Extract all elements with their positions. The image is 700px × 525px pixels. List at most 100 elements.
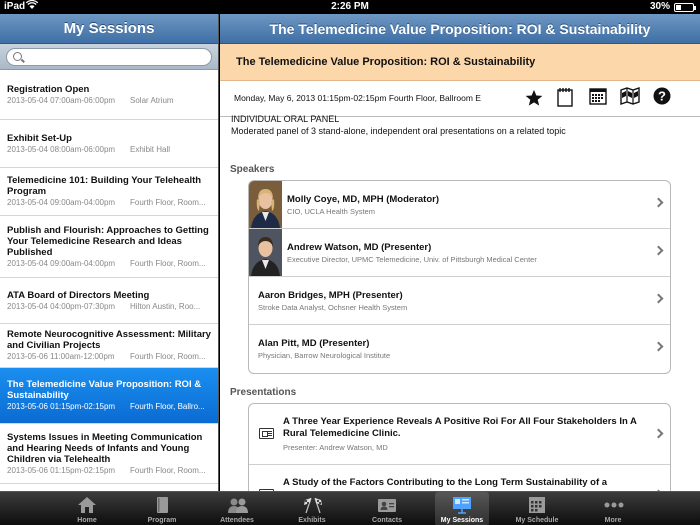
session-meta: 2013-05-04 08:00am-06:00pm Exhibit Hall: [7, 145, 212, 155]
session-datetime: Monday, May 6, 2013 01:15pm-02:15pm Four…: [234, 93, 481, 103]
session-meta: 2013-05-06 11:00am-12:00pm Fourth Floor, …: [7, 352, 212, 362]
session-title: Telemedicine 101: Building Your Teleheal…: [7, 175, 202, 197]
session-item[interactable]: ATA Board of Directors Meeting 2013-05-04…: [0, 278, 218, 324]
speaker-row[interactable]: Alan Pitt, MD (Presenter) Physician, Barr…: [249, 325, 670, 373]
speaker-name: Alan Pitt, MD (Presenter): [258, 338, 370, 349]
star-icon[interactable]: [525, 87, 547, 109]
search-bar: [0, 44, 218, 70]
session-location: Fourth Floor, Room...: [130, 198, 206, 207]
presentation-title: A Three Year Experience Reveals A Positi…: [283, 416, 637, 439]
speaker-name: Aaron Bridges, MPH (Presenter): [258, 290, 403, 301]
speaker-role: CIO, UCLA Health System: [287, 207, 375, 216]
tab-home[interactable]: Home: [52, 492, 122, 525]
tab-label: My Sessions: [440, 517, 484, 524]
session-location: Fourth Floor, Room...: [130, 465, 206, 475]
speaker-row[interactable]: Aaron Bridges, MPH (Presenter) Stroke Dat…: [249, 277, 670, 325]
chevron-right-icon: [653, 245, 664, 256]
session-meta: 2013-05-06 01:15pm-02:15pm Fourth Floor, …: [7, 402, 212, 412]
tab-label: Home: [77, 517, 97, 524]
presentations-label: Presentations: [230, 387, 297, 398]
tab-label: Attendees: [220, 517, 254, 524]
session-title: Systems Issues in Meeting Communication …: [7, 431, 203, 465]
session-item[interactable]: Registration Open 2013-05-04 07:00am-06:0…: [0, 70, 218, 120]
session-meta: 2013-05-06 01:15pm-02:15pm Fourth Floor, …: [7, 466, 212, 476]
speaker-role: Executive Director, UPMC Telemedicine, U…: [287, 255, 537, 264]
speaker-list: Molly Coye, MD, MPH (Moderator) CIO, UCLA…: [248, 180, 671, 374]
presentation-row[interactable]: A Study of the Factors Contributing to t…: [249, 465, 670, 491]
tab-label: More: [604, 517, 622, 524]
chevron-right-icon: [653, 341, 664, 352]
search-input[interactable]: [27, 50, 205, 64]
tab-my-sessions[interactable]: My Sessions: [435, 492, 489, 525]
calendar-icon[interactable]: [589, 87, 611, 109]
battery-percent: 30%: [649, 1, 670, 12]
session-datetime: 2013-05-04 07:00am-06:00pm: [7, 95, 116, 105]
session-title: Exhibit Set-Up: [7, 132, 72, 144]
tab-label: Program: [147, 517, 177, 524]
tab-program[interactable]: Program: [127, 492, 197, 525]
session-location: Fourth Floor, Ballro...: [130, 402, 205, 411]
presentation-icon: [259, 428, 274, 439]
tab-bar: Home Program Attendees Exhibits Contacts My S…: [0, 491, 700, 525]
session-info-row: Monday, May 6, 2013 01:15pm-02:15pm Four…: [220, 81, 700, 117]
session-datetime: 2013-05-06 01:15pm-02:15pm: [7, 402, 116, 411]
session-item[interactable]: Systems Issues in Meeting Communication …: [0, 424, 218, 484]
search-box[interactable]: [6, 48, 212, 66]
people-icon: [227, 496, 248, 514]
session-title: The Telemedicine Value Proposition: ROI …: [220, 44, 700, 81]
session-datetime: 2013-05-06 11:00am-12:00pm: [7, 352, 115, 361]
speaker-photo: [249, 181, 282, 228]
session-item[interactable]: Exhibit Set-Up 2013-05-04 08:00am-06:00pm…: [0, 120, 218, 168]
speaker-role: Physician, Barrow Neurological Institute: [258, 351, 391, 360]
calendar-icon: [527, 496, 547, 514]
speaker-name: Andrew Watson, MD (Presenter): [287, 242, 432, 253]
chevron-right-icon: [653, 293, 664, 304]
session-datetime: 2013-05-04 09:00am-04:00pm: [7, 198, 116, 207]
tab-label: Contacts: [372, 517, 402, 524]
session-title: Registration Open: [7, 83, 90, 95]
flags-icon: [302, 496, 322, 514]
help-icon[interactable]: ?: [653, 87, 675, 109]
session-item[interactable]: Remote Neurocognitive Assessment: Milita…: [0, 324, 218, 368]
status-bar: iPad 2:26 PM 30%: [0, 0, 700, 14]
presentation-presenter: Presenter: Andrew Watson, MD: [283, 443, 388, 452]
presentation-icon: [452, 496, 472, 514]
session-detail: The Telemedicine Value Proposition: ROI …: [220, 14, 700, 491]
presentation-row[interactable]: A Three Year Experience Reveals A Positi…: [249, 404, 670, 465]
session-title: The Telemedicine Value Proposition: ROI …: [7, 379, 202, 401]
session-location: Solar Atrium: [130, 95, 174, 105]
tab-attendees[interactable]: Attendees: [202, 492, 272, 525]
speaker-row[interactable]: Andrew Watson, MD (Presenter) Executive D…: [249, 229, 670, 277]
tab-exhibits[interactable]: Exhibits: [277, 492, 347, 525]
tab-my-schedule[interactable]: My Schedule: [502, 492, 572, 525]
session-item[interactable]: The Telemedicine Value Proposition: ROI …: [0, 368, 218, 424]
session-location: Fourth Floor, Room...: [130, 352, 206, 361]
more-icon: [603, 496, 624, 514]
search-icon: [13, 52, 22, 61]
session-title: Publish and Flourish: Approaches to Gett…: [7, 224, 209, 258]
speakers-label: Speakers: [230, 164, 275, 175]
session-location: Exhibit Hall: [130, 144, 171, 154]
session-meta: 2013-05-04 07:00am-06:00pm Solar Atrium: [7, 96, 212, 106]
session-datetime: 2013-05-04 09:00am-04:00pm: [7, 258, 116, 268]
speaker-row[interactable]: Molly Coye, MD, MPH (Moderator) CIO, UCLA…: [249, 181, 670, 229]
session-location: Fourth Floor, Room...: [130, 258, 206, 268]
session-datetime: 2013-05-06 01:15pm-02:15pm: [7, 465, 116, 475]
svg-text:?: ?: [658, 89, 666, 104]
map-icon[interactable]: [620, 87, 642, 109]
tab-more[interactable]: More: [578, 492, 648, 525]
battery-icon: [674, 3, 696, 12]
session-item[interactable]: Publish and Flourish: Approaches to Gett…: [0, 216, 218, 278]
session-datetime: 2013-05-04 08:00am-06:00pm: [7, 144, 116, 154]
notes-icon[interactable]: [556, 87, 578, 109]
tab-contacts[interactable]: Contacts: [352, 492, 422, 525]
session-title: ATA Board of Directors Meeting: [7, 289, 150, 301]
session-meta: 2013-05-04 04:00pm-07:30pm Hilton Austin,…: [7, 302, 212, 312]
tab-label: My Schedule: [515, 517, 559, 524]
presentation-title: A Study of the Factors Contributing to t…: [283, 477, 608, 488]
detail-header-title: The Telemedicine Value Proposition: ROI …: [220, 14, 700, 44]
chevron-right-icon: [653, 428, 664, 439]
book-icon: [152, 496, 172, 514]
session-item[interactable]: Telemedicine 101: Building Your Teleheal…: [0, 168, 218, 216]
clock: 2:26 PM: [331, 1, 369, 12]
